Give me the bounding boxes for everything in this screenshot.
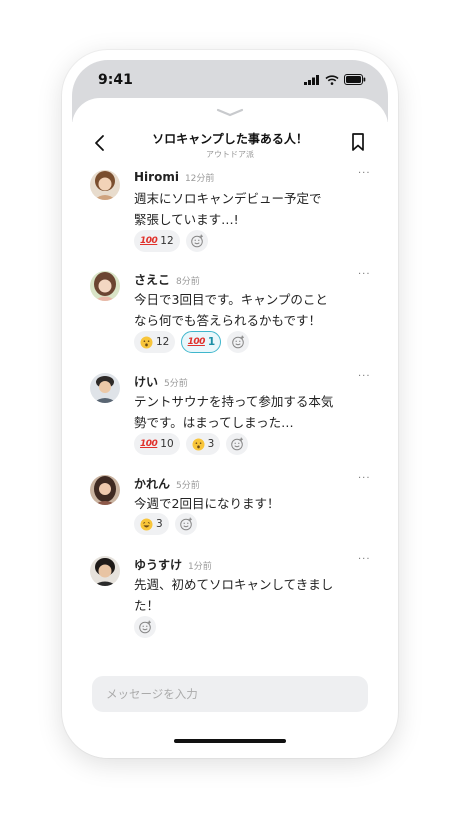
chat-title-block: ソロキャンプした事ある人！ アウトドア派	[132, 130, 328, 160]
add-reaction-icon[interactable]	[185, 230, 208, 252]
message-meta: かれん 5分前	[134, 475, 200, 492]
avatar[interactable]	[90, 271, 120, 301]
reaction-chip[interactable]: 3	[134, 513, 169, 535]
status-time: 9:41	[98, 72, 133, 88]
reaction-row: 12 100 1	[134, 331, 250, 353]
chevron-down-icon[interactable]	[216, 108, 244, 118]
message-time: 12分前	[184, 174, 215, 184]
reaction-count: 12	[160, 235, 174, 247]
reaction-count: 10	[160, 438, 174, 450]
avatar[interactable]	[90, 170, 120, 200]
add-reaction-icon[interactable]	[227, 331, 250, 353]
author-name[interactable]: けい	[134, 373, 158, 390]
hushed-face-icon	[192, 438, 205, 450]
message-line: 勢です。はまってしまった…	[134, 415, 294, 430]
chevron-left-icon[interactable]	[92, 134, 108, 152]
message-meta: けい 5分前	[134, 373, 188, 390]
author-name[interactable]: さえこ	[134, 271, 170, 288]
message-line: 先週、初めてソロキャンしてきまし	[134, 577, 334, 592]
reaction-count: 3	[207, 438, 215, 450]
page-subtitle: アウトドア派	[206, 150, 254, 159]
message-meta: さえこ 8分前	[134, 271, 200, 288]
phone-frame: 9:41 ソロキャンプした事ある人！ アウトドア派 Hiromi 12分前 ··…	[62, 50, 398, 758]
add-reaction-icon[interactable]	[134, 616, 156, 638]
status-icons	[304, 74, 366, 85]
signal-icon	[304, 74, 319, 85]
message-line: 今日で3回目です。キャンプのこと	[134, 292, 328, 307]
message-line: テントサウナを持って参加する本気	[134, 394, 334, 409]
wifi-icon	[325, 74, 339, 85]
ellipsis-icon[interactable]: ···	[358, 168, 371, 179]
hundred-points-icon: 100	[140, 236, 158, 246]
message-line: 緊張しています…!	[134, 212, 239, 227]
message-text: 今日で3回目です。キャンプのこと なら何でも答えられるかもです！	[134, 289, 354, 331]
avatar[interactable]	[90, 475, 120, 505]
message-line: た！	[134, 598, 160, 613]
ellipsis-icon[interactable]: ···	[358, 473, 371, 484]
ellipsis-icon[interactable]: ···	[358, 554, 371, 565]
message-line: 週末にソロキャンデビュー予定で	[134, 191, 322, 206]
avatar[interactable]	[90, 373, 120, 403]
reaction-row: 100 12	[134, 230, 208, 252]
reaction-chip-selected[interactable]: 100 1	[181, 331, 222, 353]
reaction-count: 1	[207, 336, 216, 348]
chat-sheet: ソロキャンプした事ある人！ アウトドア派 Hiromi 12分前 ··· 週末に…	[72, 98, 388, 758]
reaction-chip[interactable]: 12	[134, 331, 176, 353]
hushed-face-icon	[140, 336, 153, 348]
message-meta: Hiromi 12分前	[134, 170, 214, 184]
hundred-points-icon: 100	[187, 337, 206, 347]
author-name[interactable]: ゆうすけ	[134, 556, 182, 573]
message-line: 今週で2回目になります！	[134, 496, 280, 511]
message-meta: ゆうすけ 1分前	[134, 556, 212, 573]
bookmark-icon[interactable]	[350, 132, 366, 152]
message-input-placeholder: メッセージを入力	[106, 687, 198, 701]
ellipsis-icon[interactable]: ···	[358, 269, 371, 280]
message-input[interactable]: メッセージを入力	[92, 676, 368, 712]
message-time: 5分前	[176, 481, 200, 491]
author-name[interactable]: かれん	[134, 475, 170, 492]
add-reaction-icon[interactable]	[174, 513, 197, 535]
message-text: テントサウナを持って参加する本気 勢です。はまってしまった…	[134, 391, 354, 433]
page-title: ソロキャンプした事ある人！	[152, 132, 308, 146]
reaction-chip[interactable]: 3	[185, 433, 221, 455]
battery-icon	[344, 74, 366, 85]
message-time: 5分前	[164, 379, 188, 389]
grinning-face-icon	[140, 518, 153, 530]
hundred-points-icon: 100	[140, 439, 158, 449]
message-time: 1分前	[188, 562, 212, 572]
reaction-row: 100 10 3	[134, 433, 249, 455]
add-reaction-icon[interactable]	[226, 433, 249, 455]
reaction-row: 3	[134, 513, 197, 535]
reaction-row	[134, 616, 156, 638]
message-text: 先週、初めてソロキャンしてきまし た！	[134, 574, 354, 616]
message-line: なら何でも答えられるかもです！	[134, 313, 322, 328]
home-indicator[interactable]	[174, 739, 286, 743]
message-text: 今週で2回目になります！	[134, 493, 354, 514]
reaction-chip[interactable]: 100 10	[134, 433, 180, 455]
reaction-chip[interactable]: 100 12	[134, 230, 180, 252]
author-name[interactable]: Hiromi	[134, 170, 179, 184]
avatar[interactable]	[90, 556, 120, 586]
ellipsis-icon[interactable]: ···	[358, 371, 371, 382]
reaction-count: 12	[156, 336, 170, 348]
message-time: 8分前	[176, 277, 200, 287]
message-text: 週末にソロキャンデビュー予定で 緊張しています…!	[134, 188, 354, 230]
reaction-count: 3	[156, 518, 163, 530]
